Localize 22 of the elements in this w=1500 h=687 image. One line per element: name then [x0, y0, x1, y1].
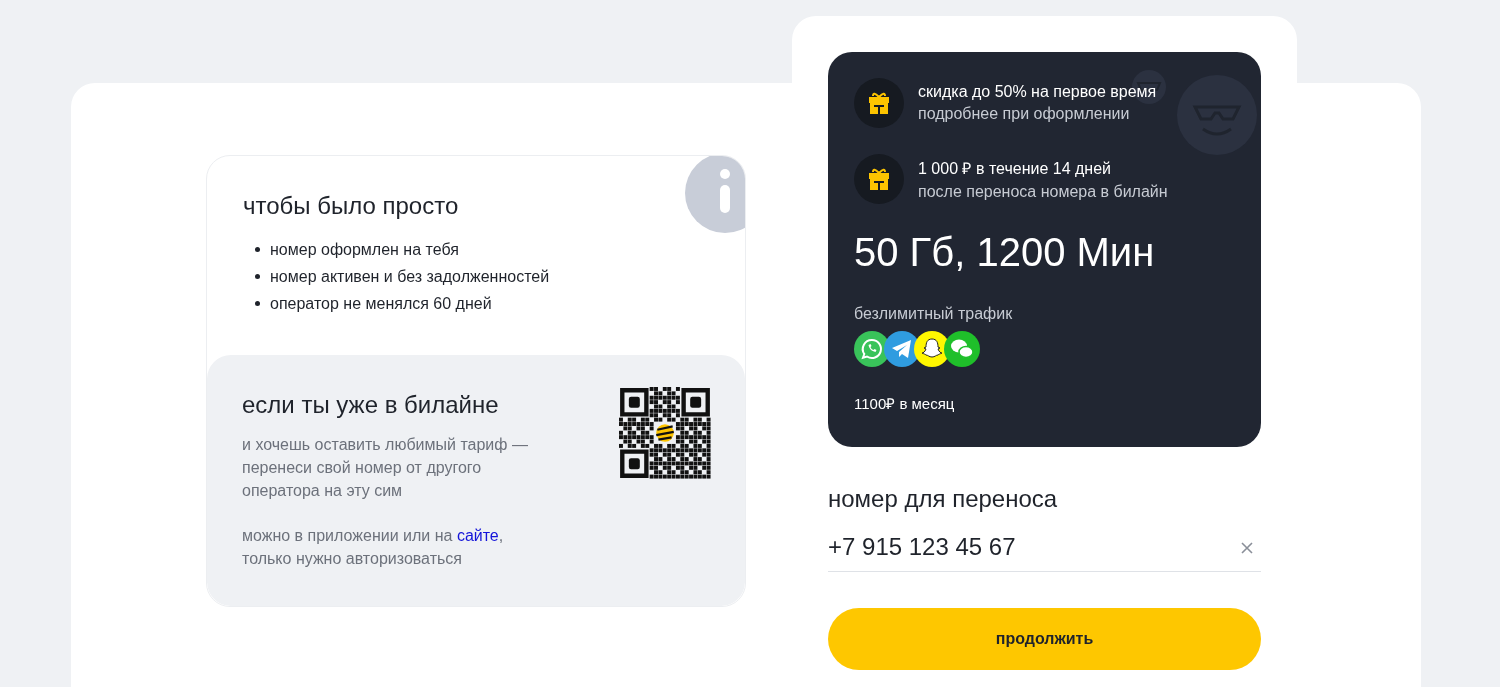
perk-title: 1 000 ₽ в течение 14 дней	[918, 159, 1112, 179]
section-title: чтобы было просто	[243, 192, 460, 220]
field-label: номер для переноса	[828, 485, 1059, 513]
requirement-text: оператор не менялся 60 дней	[270, 294, 492, 314]
phone-input-field[interactable]: +7 915 123 45 67	[828, 533, 1261, 572]
chat-bubbles-icon	[944, 331, 980, 367]
description-text: и хочешь оставить любимый тариф — перенеси свой номер от другого оператора на эту сим	[242, 435, 529, 501]
gift-icon	[854, 154, 904, 204]
gift-icon	[854, 78, 904, 128]
perk-subtitle: после переноса номера в билайн	[918, 183, 1168, 201]
requirement-text: номер активен и без задолженностей	[270, 267, 550, 287]
requirement-text: номер оформлен на тебя	[270, 240, 459, 260]
clear-icon[interactable]	[1241, 542, 1253, 554]
traffic-label: безлимитный трафик	[854, 305, 1014, 323]
site-link[interactable]: сайте	[456, 527, 499, 544]
perk-subtitle: подробнее при оформлении	[918, 105, 1131, 123]
section-title: если ты уже в билайне	[242, 391, 500, 419]
tariff-headline: 50 Гб, 1200 Мин	[854, 230, 1156, 275]
continue-button[interactable]: продолжить	[828, 608, 1261, 670]
tariff-price: 1100₽ в месяц	[854, 394, 956, 413]
note-text: можно в приложении или на сайте, только нужно авторизоваться	[242, 526, 505, 569]
perk-title: скидка до 50% на первое время	[918, 83, 1157, 101]
